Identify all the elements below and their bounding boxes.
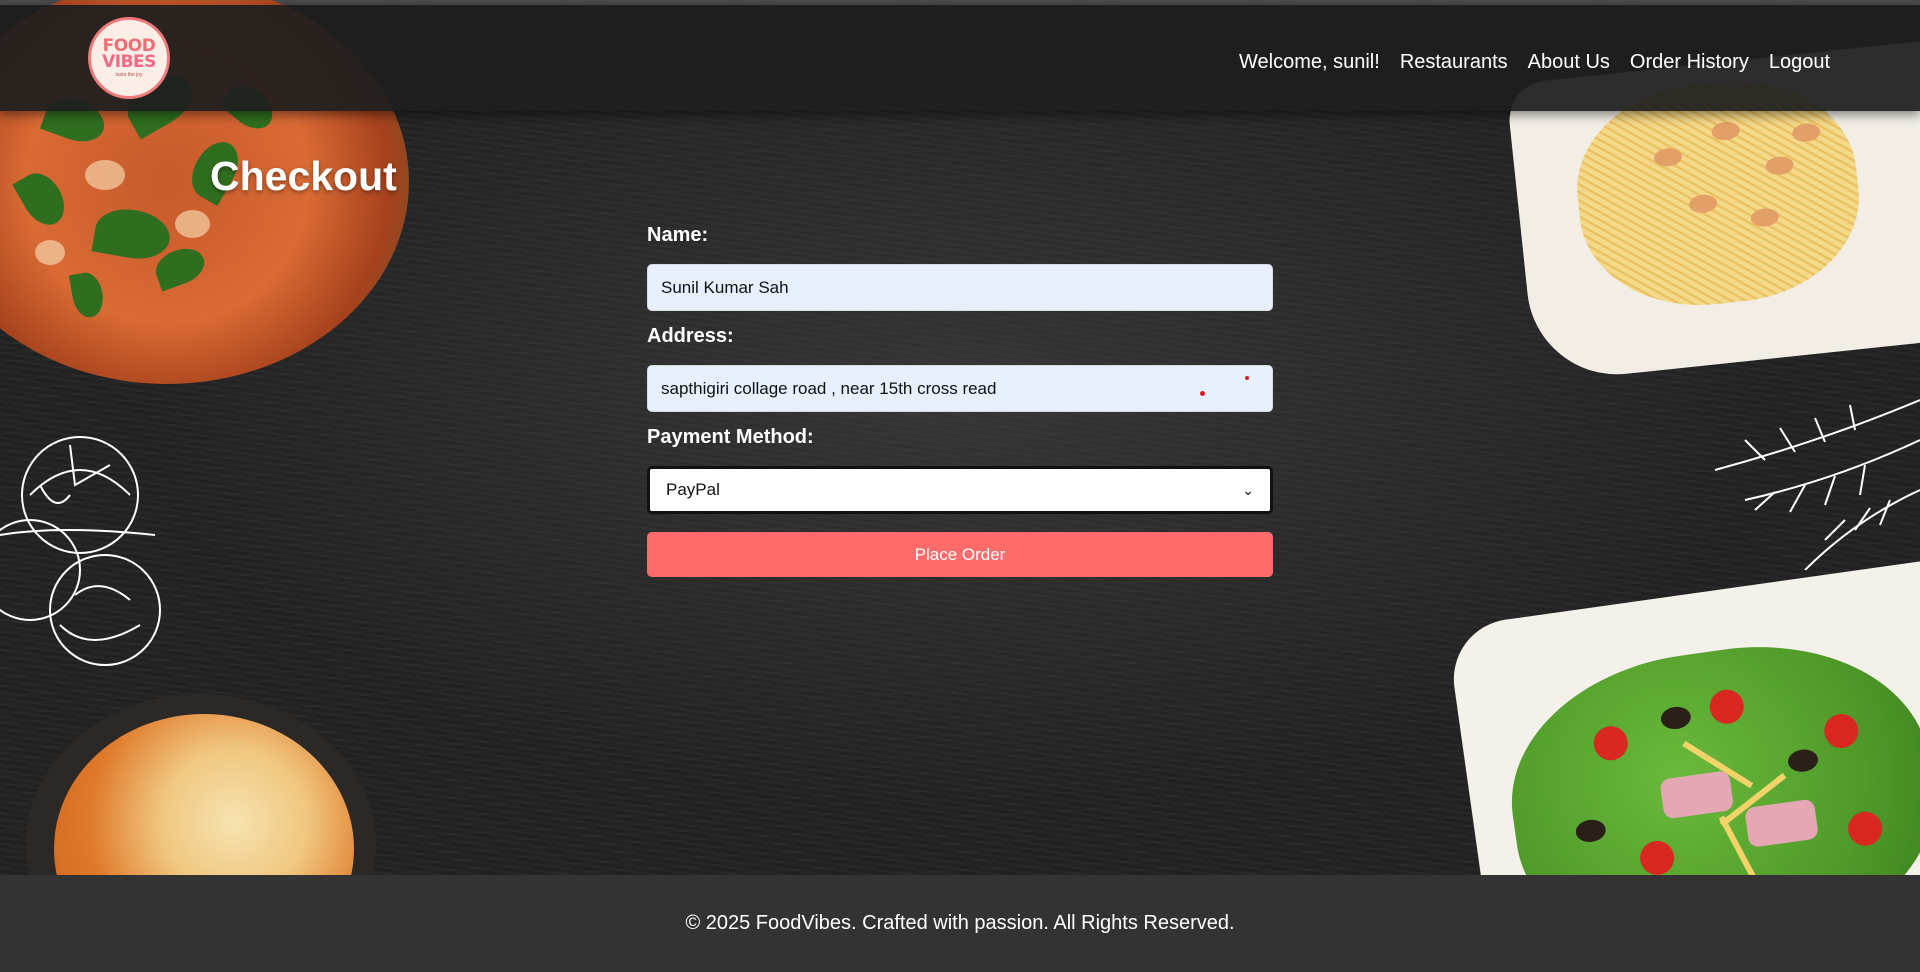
nav-link-restaurants[interactable]: Restaurants: [1400, 51, 1508, 74]
payment-method-selected: PayPal: [666, 480, 720, 499]
address-field[interactable]: sapthigiri collage road , near 15th cros…: [647, 365, 1273, 412]
logo-tagline: taste the joy: [115, 72, 143, 78]
welcome-text: Welcome, sunil!: [1239, 51, 1380, 73]
food-vibes-logo[interactable]: FOOD VIBES taste the joy: [88, 17, 170, 99]
page-title: Checkout: [210, 153, 397, 199]
herb-sketch-icon: [1714, 399, 1920, 570]
cursor-marker: [1245, 376, 1249, 380]
address-field-value: sapthigiri collage road , near 15th cros…: [661, 378, 997, 398]
main-nav: Welcome, sunil! Restaurants About Us Ord…: [1239, 51, 1830, 74]
chevron-down-icon: ⌄: [1242, 481, 1254, 498]
name-label: Name:: [647, 224, 709, 246]
site-footer: © 2025 FoodVibes. Crafted with passion. …: [0, 875, 1920, 972]
footer-copyright: © 2025 FoodVibes. Crafted with passion. …: [685, 912, 1235, 934]
tomato-sketch-icon: [0, 436, 161, 666]
address-label: Address:: [647, 325, 734, 347]
place-order-button[interactable]: Place Order: [647, 532, 1273, 577]
cursor-marker: [1200, 391, 1205, 396]
nav-link-about[interactable]: About Us: [1528, 51, 1610, 74]
payment-method-select[interactable]: PayPal ⌄: [647, 466, 1273, 514]
name-field-value: Sunil Kumar Sah: [661, 277, 789, 297]
logo-line-2: VIBES: [102, 52, 156, 72]
payment-method-label: Payment Method:: [647, 426, 814, 448]
checkout-form: Name: Sunil Kumar Sah Address: sapthigir…: [647, 224, 1273, 577]
nav-link-logout[interactable]: Logout: [1769, 51, 1830, 74]
name-field[interactable]: Sunil Kumar Sah: [647, 264, 1273, 311]
site-header: FOOD VIBES taste the joy Welcome, sunil!…: [0, 5, 1920, 111]
nav-link-order-history[interactable]: Order History: [1630, 51, 1749, 74]
